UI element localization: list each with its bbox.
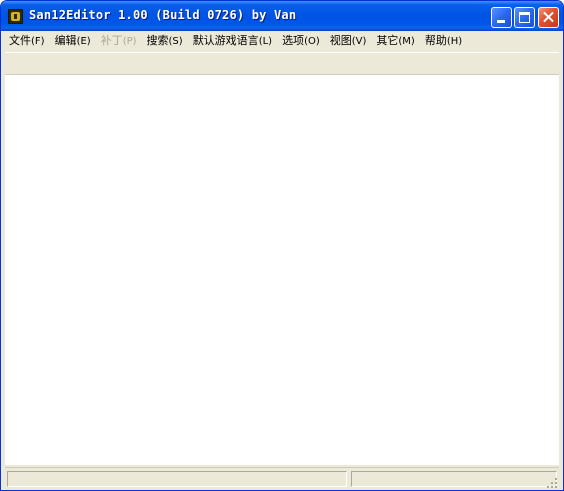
app-icon[interactable] bbox=[8, 9, 23, 24]
menu-accelerator: (H) bbox=[446, 36, 463, 47]
close-icon bbox=[539, 8, 558, 27]
maximize-button[interactable] bbox=[514, 7, 535, 28]
menu-file[interactable]: 文件(F) bbox=[4, 31, 50, 51]
window-title: San12Editor 1.00 (Build 0726) by Van bbox=[29, 8, 297, 22]
menu-label: 搜索 bbox=[146, 34, 169, 47]
menu-label: 帮助 bbox=[424, 34, 447, 47]
menu-help[interactable]: 帮助(H) bbox=[420, 31, 467, 51]
status-panel-left bbox=[7, 471, 347, 487]
menu-accelerator: (L) bbox=[258, 36, 273, 47]
menu-accelerator: (S) bbox=[168, 36, 183, 47]
title-bar[interactable]: San12Editor 1.00 (Build 0726) by Van bbox=[1, 1, 563, 31]
menu-view[interactable]: 视图(V) bbox=[325, 31, 372, 51]
app-window: San12Editor 1.00 (Build 0726) by Van 文件(… bbox=[0, 0, 564, 491]
minimize-icon bbox=[497, 20, 505, 23]
editor-client-area[interactable] bbox=[5, 75, 559, 465]
menu-label: 视图 bbox=[329, 34, 352, 47]
menu-patch: 补丁(P) bbox=[96, 31, 142, 51]
menu-search[interactable]: 搜索(S) bbox=[142, 31, 188, 51]
menu-label: 编辑 bbox=[54, 34, 77, 47]
menu-accelerator: (F) bbox=[31, 36, 45, 47]
menu-accelerator: (E) bbox=[76, 36, 91, 47]
menu-bar: 文件(F) 编辑(E) 补丁(P) 搜索(S) 默认游戏语言(L) 选项(O) … bbox=[4, 31, 559, 51]
menu-label: 选项 bbox=[282, 34, 305, 47]
menu-accelerator: (V) bbox=[351, 36, 367, 47]
menu-label: 默认游戏语言 bbox=[192, 34, 259, 47]
menu-default-language[interactable]: 默认游戏语言(L) bbox=[188, 31, 277, 51]
menu-accelerator: (P) bbox=[122, 36, 137, 47]
close-button[interactable] bbox=[538, 7, 559, 28]
toolbar-strip bbox=[5, 52, 559, 75]
menu-other[interactable]: 其它(M) bbox=[371, 31, 419, 51]
maximize-icon bbox=[519, 12, 530, 23]
status-bar bbox=[5, 467, 559, 490]
menu-options[interactable]: 选项(O) bbox=[277, 31, 325, 51]
status-panel-right bbox=[351, 471, 557, 487]
menu-edit[interactable]: 编辑(E) bbox=[50, 31, 96, 51]
menu-accelerator: (M) bbox=[398, 36, 415, 47]
minimize-button[interactable] bbox=[491, 7, 512, 28]
menu-label: 补丁 bbox=[100, 34, 123, 47]
menu-label: 文件 bbox=[9, 34, 31, 47]
resize-grip-icon[interactable] bbox=[546, 477, 558, 489]
menu-label: 其它 bbox=[376, 34, 399, 47]
menu-accelerator: (O) bbox=[304, 36, 320, 47]
